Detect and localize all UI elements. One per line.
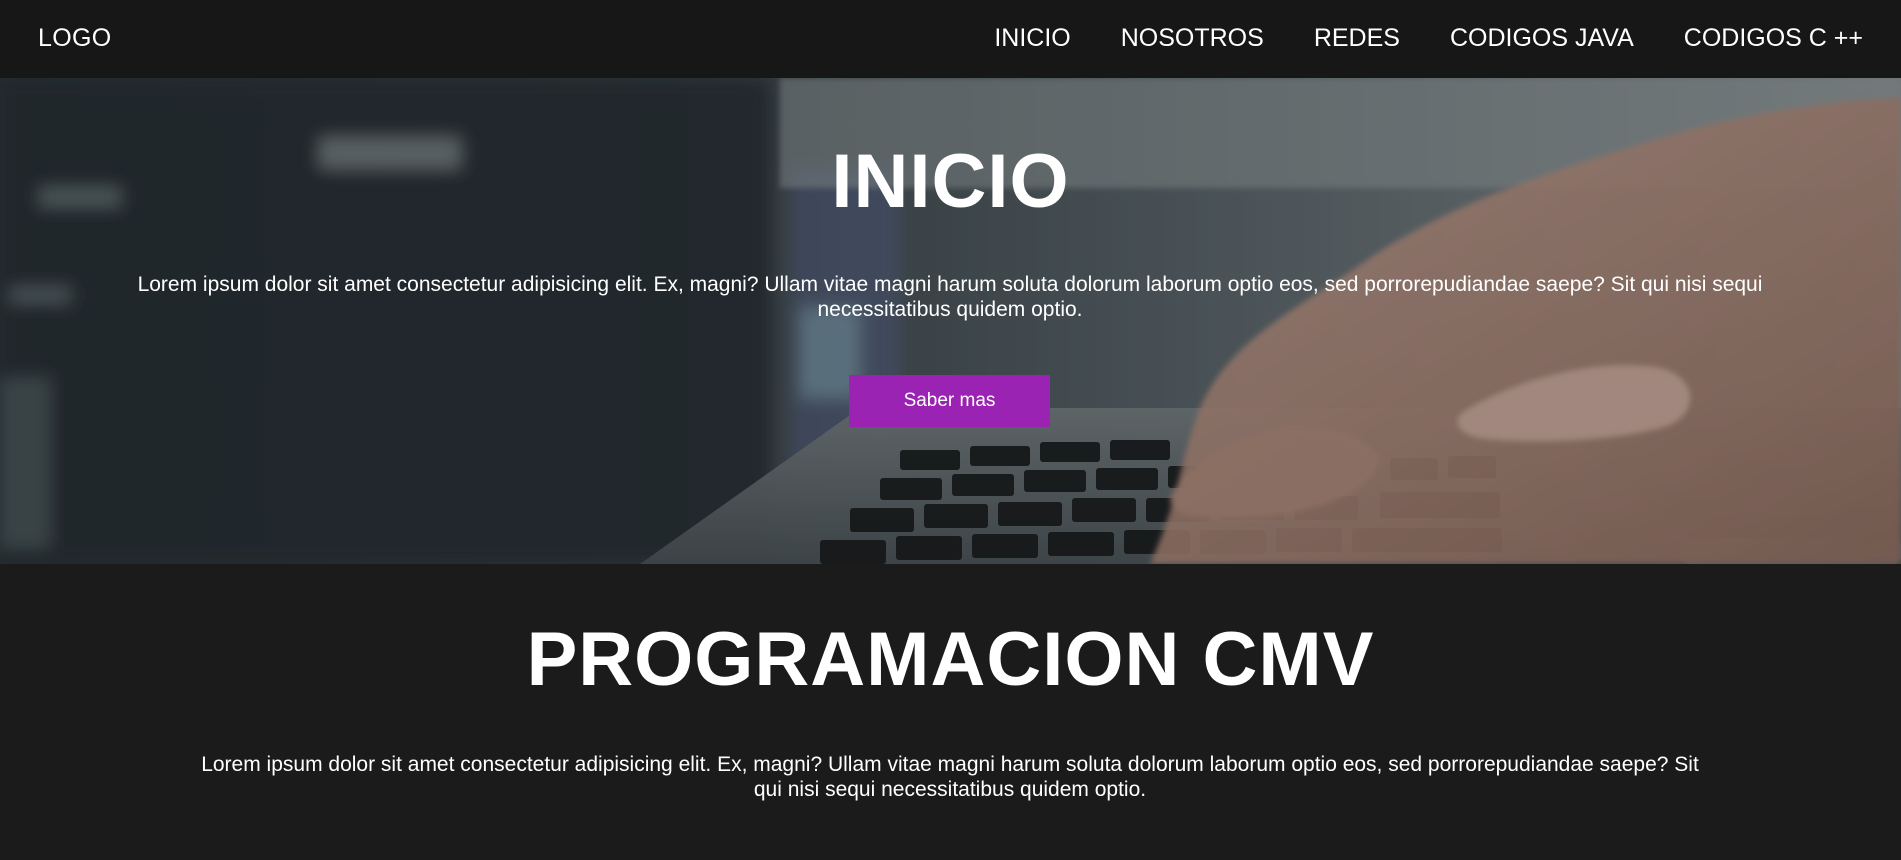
saber-mas-button[interactable]: Saber mas: [849, 375, 1050, 427]
hero-section: INICIO Lorem ipsum dolor sit amet consec…: [0, 78, 1901, 564]
nav-links: INICIO NOSOTROS REDES CODIGOS JAVA CODIG…: [994, 24, 1863, 53]
nav-link-inicio[interactable]: INICIO: [994, 24, 1070, 53]
nav-link-codigos-java[interactable]: CODIGOS JAVA: [1450, 24, 1634, 53]
nav-link-codigos-cpp[interactable]: CODIGOS C ++: [1684, 24, 1863, 53]
section-title: PROGRAMACION CMV: [526, 617, 1375, 702]
logo[interactable]: LOGO: [38, 24, 111, 53]
hero-title: INICIO: [831, 139, 1070, 224]
hero-description: Lorem ipsum dolor sit amet consectetur a…: [137, 273, 1763, 321]
nav-link-nosotros[interactable]: NOSOTROS: [1121, 24, 1264, 53]
navbar: LOGO INICIO NOSOTROS REDES CODIGOS JAVA …: [0, 0, 1901, 78]
section-description: Lorem ipsum dolor sit amet consectetur a…: [201, 753, 1699, 801]
about-section: PROGRAMACION CMV Lorem ipsum dolor sit a…: [0, 564, 1901, 860]
nav-link-redes[interactable]: REDES: [1314, 24, 1400, 53]
